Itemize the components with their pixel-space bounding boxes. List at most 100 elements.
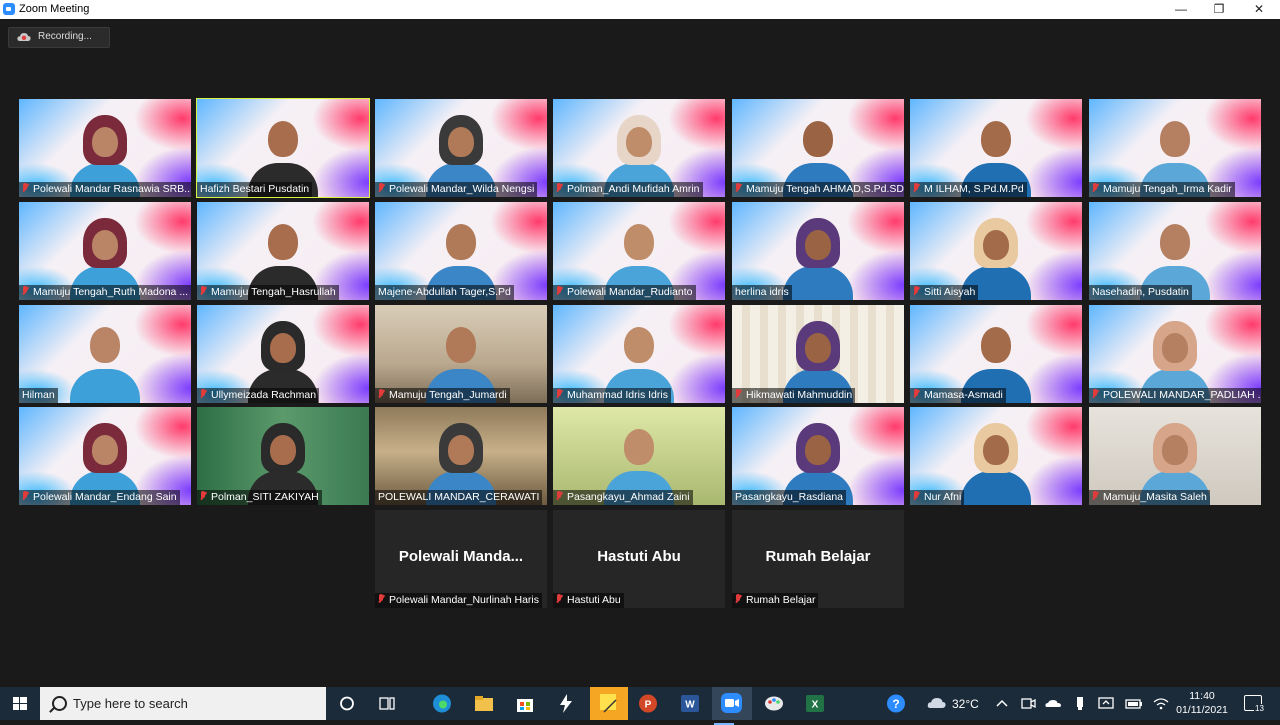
window-title: Zoom Meeting xyxy=(19,3,90,15)
muted-mic-icon xyxy=(378,594,385,604)
participant-tile[interactable]: Polewali Mandar Rasnawia SRB... xyxy=(19,99,191,197)
participant-tile[interactable]: Mamuju_Masita Saleh xyxy=(1089,407,1261,505)
svg-text:W: W xyxy=(685,700,695,711)
participant-tile[interactable]: Mamuju Tengah_Jumardi xyxy=(375,305,547,403)
participant-name-label: Muhammad Idris Idris xyxy=(553,388,671,403)
participant-name-label: Polewali Mandar_Nurlinah Haris xyxy=(375,593,542,608)
participant-tile[interactable]: Muhammad Idris Idris xyxy=(553,305,725,403)
notification-count: 13 xyxy=(1254,704,1265,713)
participant-tile[interactable]: Mamasa-Asmadi xyxy=(910,305,1082,403)
onedrive-icon[interactable] xyxy=(1042,692,1066,715)
participant-name-label: Mamasa-Asmadi xyxy=(910,388,1006,403)
participant-name-label: Polewali Mandar Rasnawia SRB... xyxy=(19,182,191,197)
participant-tile[interactable]: Rumah Belajar Rumah Belajar xyxy=(732,510,904,608)
meet-now-icon[interactable] xyxy=(1016,692,1040,715)
participant-tile[interactable]: Nur Afni xyxy=(910,407,1082,505)
participant-tile[interactable]: herlina idris xyxy=(732,202,904,300)
muted-mic-icon xyxy=(735,594,742,604)
participant-name-label: Mamuju Tengah AHMAD,S.Pd.SD xyxy=(732,182,904,197)
participant-name-label: Majene-Abdullah Tager,S.Pd xyxy=(375,285,514,300)
weather-temperature[interactable]: 32°C xyxy=(952,697,979,711)
participant-tile[interactable]: Mamuju Tengah_Irma Kadir xyxy=(1089,99,1261,197)
wifi-icon[interactable] xyxy=(1149,692,1173,715)
recording-label: Recording... xyxy=(38,31,92,42)
participant-name-label: Ullymeizada Rachman xyxy=(197,388,320,403)
participant-name-label: Sitti Aisyah xyxy=(910,285,979,300)
participant-tile[interactable]: Ullymeizada Rachman xyxy=(197,305,369,403)
participant-tile[interactable]: Hafizh Bestari Pusdatin xyxy=(196,98,370,198)
participant-name: Polewali Mandar_Wilda Nengsi xyxy=(389,183,535,195)
close-button[interactable]: ✕ xyxy=(1240,0,1278,19)
participant-name: Hilman xyxy=(22,389,55,401)
participant-tile[interactable]: Pasangkayu_Ahmad Zaini xyxy=(553,407,725,505)
windows-taskbar: Type here to search P W X ? 32°C 11:40 0… xyxy=(0,687,1280,725)
participant-name: Mamuju Tengah_Hasrullah xyxy=(211,286,336,298)
store-icon[interactable] xyxy=(513,692,537,715)
usb-drive-icon[interactable] xyxy=(1068,692,1092,715)
participant-tile[interactable]: Polewali Manda... Polewali Mandar_Nurlina… xyxy=(375,510,547,608)
help-icon[interactable]: ? xyxy=(884,692,908,715)
participant-tile[interactable]: M ILHAM, S.Pd.M.Pd xyxy=(910,99,1082,197)
participant-display-name: Polewali Manda... xyxy=(398,548,524,565)
muted-mic-icon xyxy=(200,389,207,399)
excel-icon[interactable]: X xyxy=(803,692,827,715)
paint-icon[interactable] xyxy=(762,692,786,715)
participant-tile[interactable]: Mamuju Tengah_Hasrullah xyxy=(197,202,369,300)
participant-tile[interactable]: Hikmawati Mahmuddin xyxy=(732,305,904,403)
weather-cloud-icon[interactable] xyxy=(925,692,949,715)
muted-mic-icon xyxy=(1092,491,1099,501)
participant-tile[interactable]: Mamuju Tengah_Ruth Madona ... xyxy=(19,202,191,300)
network-device-icon[interactable] xyxy=(1094,692,1118,715)
sticky-notes-icon[interactable] xyxy=(590,687,628,720)
participant-name: Muhammad Idris Idris xyxy=(567,389,668,401)
word-icon[interactable]: W xyxy=(678,692,702,715)
participant-tile[interactable]: Polman_SITI ZAKIYAH xyxy=(197,407,369,505)
maximize-button[interactable]: ❐ xyxy=(1200,0,1238,19)
participant-tile[interactable]: Polman_Andi Mufidah Amrin xyxy=(553,99,725,197)
show-hidden-icons-chevron[interactable] xyxy=(990,692,1014,715)
participant-tile[interactable]: Hilman xyxy=(19,305,191,403)
powerpoint-icon[interactable]: P xyxy=(636,692,660,715)
participant-name-label: Pasangkayu_Ahmad Zaini xyxy=(553,490,693,505)
participant-tile[interactable]: Polewali Mandar_Endang Sain xyxy=(19,407,191,505)
participant-name: POLEWALI MANDAR_PADLIAH ... xyxy=(1103,389,1261,401)
participant-name-label: Mamuju Tengah_Irma Kadir xyxy=(1089,182,1235,197)
edge-icon[interactable] xyxy=(430,692,454,715)
taskbar-clock[interactable]: 11:40 01/11/2021 xyxy=(1176,689,1228,717)
battery-icon[interactable] xyxy=(1122,692,1146,715)
recording-indicator[interactable]: Recording... xyxy=(8,27,110,48)
participant-name-label: POLEWALI MANDAR_PADLIAH ... xyxy=(1089,388,1261,403)
participant-tile[interactable]: Mamuju Tengah AHMAD,S.Pd.SD xyxy=(732,99,904,197)
muted-mic-icon xyxy=(556,389,563,399)
participant-name: M ILHAM, S.Pd.M.Pd xyxy=(924,183,1024,195)
participant-tile[interactable]: Sitti Aisyah xyxy=(910,202,1082,300)
participant-tile[interactable]: POLEWALI MANDAR_CERAWATI xyxy=(375,407,547,505)
participant-name-label: Rumah Belajar xyxy=(732,593,819,608)
taskbar-search-box[interactable]: Type here to search xyxy=(40,687,326,720)
bolt-app-icon[interactable] xyxy=(554,692,578,715)
search-icon xyxy=(52,696,67,711)
participant-tile[interactable]: Polewali Mandar_Rudianto xyxy=(553,202,725,300)
file-explorer-icon[interactable] xyxy=(472,692,496,715)
muted-mic-icon xyxy=(556,183,563,193)
windows-start-icon[interactable] xyxy=(0,687,40,720)
minimize-button[interactable]: — xyxy=(1162,0,1200,19)
participant-tile[interactable]: Hastuti Abu Hastuti Abu xyxy=(553,510,725,608)
participant-name: Nur Afni xyxy=(924,491,962,503)
participant-name-label: Hikmawati Mahmuddin xyxy=(732,388,856,403)
cortana-icon[interactable] xyxy=(335,692,359,715)
participant-name: Mamuju Tengah AHMAD,S.Pd.SD xyxy=(746,183,904,195)
participant-tile[interactable]: Pasangkayu_Rasdiana xyxy=(732,407,904,505)
zoom-icon[interactable] xyxy=(712,687,752,725)
muted-mic-icon xyxy=(735,183,742,193)
participant-name: Mamuju Tengah_Ruth Madona ... xyxy=(33,286,189,298)
participant-name-label: Mamuju Tengah_Jumardi xyxy=(375,388,510,403)
participant-tile[interactable]: Polewali Mandar_Wilda Nengsi xyxy=(375,99,547,197)
participant-name-label: Nur Afni xyxy=(910,490,965,505)
task-view-icon[interactable] xyxy=(375,692,399,715)
participant-tile[interactable]: POLEWALI MANDAR_PADLIAH ... xyxy=(1089,305,1261,403)
participant-video xyxy=(70,321,140,403)
participant-tile[interactable]: Nasehadin, Pusdatin xyxy=(1089,202,1261,300)
participant-video xyxy=(961,423,1031,505)
participant-tile[interactable]: Majene-Abdullah Tager,S.Pd xyxy=(375,202,547,300)
